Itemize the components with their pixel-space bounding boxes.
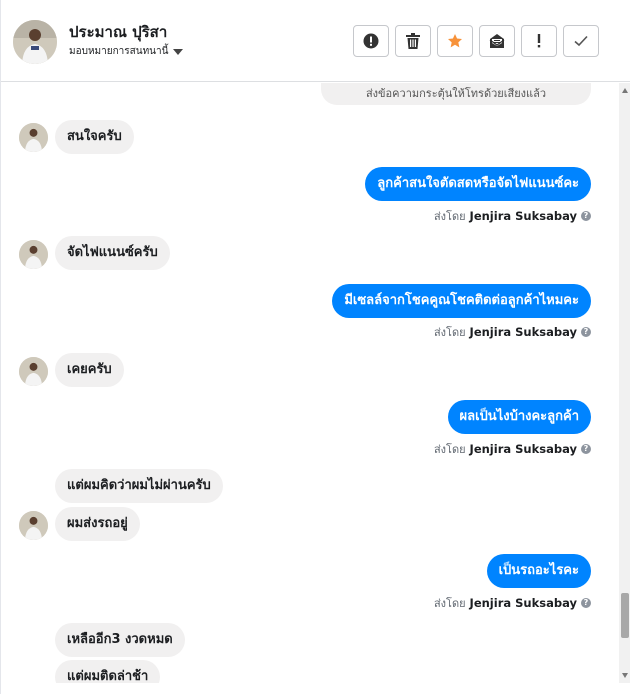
conversation-header: ประมาณ ปุริสา มอบหมายการสนทนานี้ xyxy=(1,0,630,82)
incoming-message[interactable]: ผมส่งรถอยู่ xyxy=(55,507,140,541)
report-button[interactable] xyxy=(353,25,389,57)
assign-label: มอบหมายการสนทนานี้ xyxy=(69,46,169,57)
spam-button[interactable] xyxy=(521,25,557,57)
outgoing-message[interactable]: เป็นรถอะไรคะ xyxy=(486,554,591,588)
sent-by-prefix: ส่งโดย xyxy=(433,326,466,339)
contact-avatar-small[interactable] xyxy=(19,240,48,269)
sender-name: Jenjira Suksabay xyxy=(469,325,577,339)
mark-unread-button[interactable] xyxy=(479,25,515,57)
incoming-message[interactable]: แต่ผมติดล่าช้า xyxy=(55,660,161,683)
scroll-up-arrow-icon[interactable] xyxy=(622,88,628,93)
outgoing-message[interactable]: ลูกค้าสนใจตัดสดหรือจัดไฟแนนซ์คะ xyxy=(365,167,591,201)
sent-by-label: ส่งโดย Jenjira Suksabay ? xyxy=(434,440,591,458)
help-icon[interactable]: ? xyxy=(581,444,591,454)
system-note: ส่งข้อความกระตุ้นให้โทรด้วยเสียงแล้ว xyxy=(321,83,591,105)
sent-by-label: ส่งโดย Jenjira Suksabay ? xyxy=(434,207,591,225)
incoming-message[interactable]: สนใจครับ xyxy=(55,120,134,154)
sent-by-label: ส่งโดย Jenjira Suksabay ? xyxy=(434,323,591,341)
sent-by-label: ส่งโดย Jenjira Suksabay ? xyxy=(434,594,591,612)
sender-name: Jenjira Suksabay xyxy=(469,209,577,223)
contact-avatar-small[interactable] xyxy=(19,357,48,386)
sent-by-prefix: ส่งโดย xyxy=(433,443,466,456)
sender-name: Jenjira Suksabay xyxy=(469,442,577,456)
conversation-actions-toolbar xyxy=(353,25,599,57)
incoming-message[interactable]: แต่ผมคิดว่าผมไม่ผ่านครับ xyxy=(55,469,223,503)
done-button[interactable] xyxy=(563,25,599,57)
help-icon[interactable]: ? xyxy=(581,598,591,608)
incoming-message[interactable]: เหลืออีก3 งวดหมด xyxy=(55,623,185,657)
assign-conversation-dropdown[interactable]: มอบหมายการสนทนานี้ xyxy=(69,44,184,59)
star-icon xyxy=(448,34,462,48)
sent-by-prefix: ส่งโดย xyxy=(433,597,466,610)
contact-avatar-small[interactable] xyxy=(19,123,48,152)
help-icon[interactable]: ? xyxy=(581,327,591,337)
scroll-down-arrow-icon[interactable] xyxy=(622,673,628,678)
star-button[interactable] xyxy=(437,25,473,57)
alert-circle-icon xyxy=(363,33,379,49)
caret-down-icon xyxy=(173,48,184,55)
help-icon[interactable]: ? xyxy=(581,211,591,221)
incoming-message[interactable]: เคยครับ xyxy=(55,353,124,387)
scrollbar-thumb[interactable] xyxy=(621,593,629,638)
message-thread[interactable]: ส่งข้อความกระตุ้นให้โทรด้วยเสียงแล้ว สนใ… xyxy=(1,83,619,683)
messenger-conversation-panel: ประมาณ ปุริสา มอบหมายการสนทนานี้ ส่งข้อค… xyxy=(0,0,630,694)
contact-name: ประมาณ ปุริสา xyxy=(69,23,168,41)
check-icon xyxy=(574,35,588,47)
outgoing-message[interactable]: ผลเป็นไงบ้างคะลูกค้า xyxy=(447,400,591,434)
incoming-message[interactable]: จัดไฟแนนซ์ครับ xyxy=(55,236,170,270)
thread-scrollbar[interactable] xyxy=(619,83,630,683)
sent-by-prefix: ส่งโดย xyxy=(433,210,466,223)
trash-icon xyxy=(406,33,420,49)
delete-button[interactable] xyxy=(395,25,431,57)
exclamation-icon xyxy=(537,34,541,48)
envelope-icon xyxy=(489,34,505,48)
contact-avatar-small[interactable] xyxy=(19,511,48,540)
contact-avatar[interactable] xyxy=(13,20,57,64)
outgoing-message[interactable]: มีเซลล์จากโชคคูณโชคติดต่อลูกค้าไหมคะ xyxy=(332,284,591,318)
sender-name: Jenjira Suksabay xyxy=(469,596,577,610)
